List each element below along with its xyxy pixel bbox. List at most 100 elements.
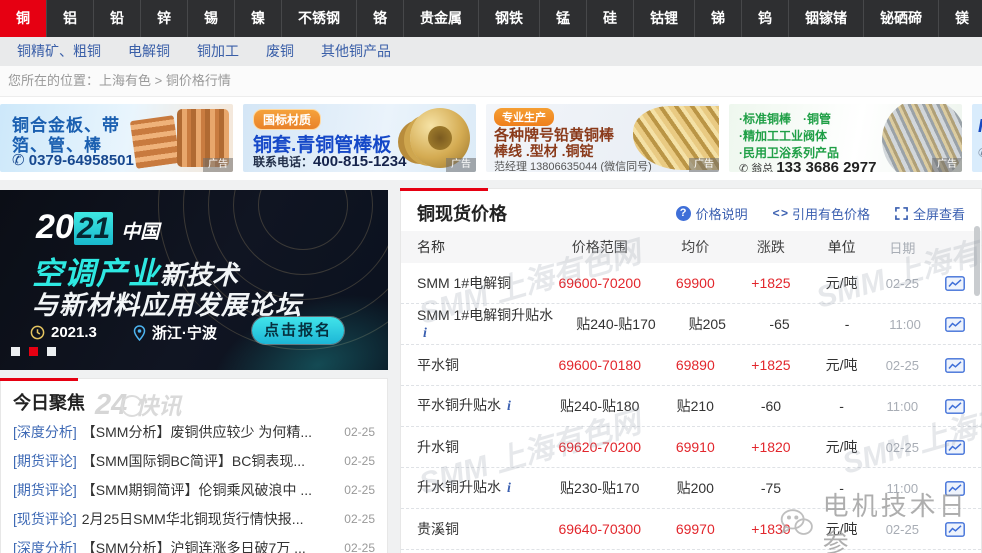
row-date: 02-25 [873,522,931,537]
news-item[interactable]: [现货评论] 2月25日SMM华北铜现货行情快报... 02-25 [1,504,387,533]
nav-tab-stainless[interactable]: 不锈钢 [281,0,356,37]
chart-icon[interactable] [945,522,965,537]
news-link[interactable]: 2月25日SMM华北铜现货行情快报... [82,509,337,529]
subnav-concentrate[interactable]: 铜精矿、粗铜 [17,37,101,66]
subnav-scrap[interactable]: 废铜 [266,37,294,66]
nav-tab-cobalt-lithium[interactable]: 钴锂 [633,0,694,37]
ad4-line1: ·标准铜棒 ·铜管 [739,110,831,127]
nav-tab-chromium[interactable]: 铬 [356,0,403,37]
nav-tab-copper[interactable]: 铜 [0,0,46,37]
chart-icon[interactable] [945,399,965,414]
carousel-dot-active[interactable] [29,347,38,356]
news-link[interactable]: 【SMM分析】沪铜连涨多日破7万 ... [82,538,337,553]
ad-banner-partial[interactable]: HA ✆ [972,104,982,172]
row-unit: - [810,398,874,414]
nav-tab-magnesium[interactable]: 镁 [938,0,982,37]
chart-icon[interactable] [945,317,965,332]
nav-tab-precious[interactable]: 贵金属 [403,0,478,37]
breadcrumb-home-link[interactable]: 上海有色 [99,73,151,88]
chart-icon[interactable] [945,358,965,373]
quote-embed-link[interactable]: < > 引用有色价格 [773,204,870,223]
section-accent-bar [400,188,488,191]
news-date: 02-25 [344,512,375,526]
news-item[interactable]: [深度分析] 【SMM分析】废铜供应较少 为何精... 02-25 [1,417,387,446]
nav-tab-antimony[interactable]: 锑 [694,0,741,37]
table-row: SMM 1#电解铜 69600-70200 69900 +1825 元/吨 02… [401,263,981,304]
info-icon[interactable]: i [423,325,427,342]
row-average: 69890 [658,357,732,373]
nav-tab-tin[interactable]: 锡 [187,0,234,37]
info-icon[interactable]: i [507,398,511,415]
chart-icon[interactable] [945,481,965,496]
col-average: 均价 [658,237,732,257]
event-carousel-banner[interactable]: 2021中国 空调产业新技术 与新材料应用发展论坛 2021.3 浙江·宁波 点… [0,190,388,370]
nav-tab-tungsten[interactable]: 钨 [741,0,788,37]
news-category[interactable]: [深度分析] [13,538,77,553]
nav-tab-aluminum[interactable]: 铝 [46,0,93,37]
carousel-dots [11,347,56,356]
nav-tab-manganese[interactable]: 锰 [539,0,586,37]
carousel-dot[interactable] [47,347,56,356]
row-change: +1820 [732,439,810,455]
ad4-phone: ✆ 翁总 133 3686 2977 [739,159,876,172]
ad1-copper-image [130,115,180,169]
breadcrumb: 您所在的位置：上海有色 > 铜价格行情 [0,66,982,97]
nav-tab-lead[interactable]: 铅 [93,0,140,37]
news-category[interactable]: [现货评论] [13,509,77,529]
ad-banner-standard-rod[interactable]: ·标准铜棒 ·铜管 ·精加工工业阀体 ·民用卫浴系列产品 ✆ 翁总 133 36… [729,104,962,172]
news-header: 今日聚焦 24快讯 [1,379,387,417]
nav-tab-bismuth[interactable]: 铋硒碲 [863,0,938,37]
scrollbar-thumb[interactable] [974,226,980,296]
news-item[interactable]: [期货评论] 【SMM期铜简评】伦铜乘风破浪中 ... 02-25 [1,475,387,504]
news-link[interactable]: 【SMM国际铜BC简评】BC铜表现... [82,451,337,471]
row-name: SMM 1#电解铜 [417,275,541,292]
nav-tab-indium[interactable]: 铟镓锗 [788,0,863,37]
info-icon[interactable]: i [507,480,511,497]
event-location: 浙江·宁波 [133,322,217,343]
subnav-processing[interactable]: 铜加工 [197,37,239,66]
news-category[interactable]: [期货评论] [13,480,77,500]
nav-tab-steel[interactable]: 钢铁 [478,0,539,37]
ad-banner-brass-rod[interactable]: 专业生产 各种牌号铅黄铜棒 棒线 .型材 .铜锭 范经理 13806635044… [486,104,719,172]
news-card: 今日聚焦 24快讯 [深度分析] 【SMM分析】废铜供应较少 为何精... 02… [0,378,388,553]
row-date: 11:00 [873,481,931,496]
news-date: 02-25 [344,483,375,497]
subnav-other[interactable]: 其他铜产品 [321,37,391,66]
location-pin-icon [133,325,146,341]
news-category[interactable]: [期货评论] [13,451,77,471]
col-change: 涨跌 [732,237,810,257]
nav-tab-silicon[interactable]: 硅 [586,0,633,37]
row-average: 贴210 [658,396,732,416]
subnav-cathode[interactable]: 电解铜 [128,37,170,66]
ad-strip-inner: 铜合金板、带 箔、管、棒 ✆ 0379-64958501 广告 国标材质 铜套.… [0,104,982,172]
spot-price-card: 铜现货价格 ? 价格说明 < > 引用有色价格 全屏查看 名称 价格范围 均价 [400,188,982,553]
row-name: 升水铜 [417,439,541,456]
news-category[interactable]: [深度分析] [13,422,77,442]
price-help-link[interactable]: ? 价格说明 [676,204,748,223]
event-signup-button[interactable]: 点击报名 [252,317,344,344]
chart-icon[interactable] [945,440,965,455]
nav-tab-nickel[interactable]: 镍 [234,0,281,37]
row-average: 69900 [658,275,732,291]
row-average: 贴200 [658,478,732,498]
row-date: 11:00 [878,317,933,332]
row-range: 贴240-贴180 [541,396,658,416]
row-name: 贵溪铜 [417,521,541,538]
news-date: 02-25 [344,454,375,468]
row-date: 02-25 [873,276,931,291]
news-link[interactable]: 【SMM分析】废铜供应较少 为何精... [82,422,337,442]
carousel-dot[interactable] [11,347,20,356]
news-item[interactable]: [期货评论] 【SMM国际铜BC简评】BC铜表现... 02-25 [1,446,387,475]
news-link[interactable]: 【SMM期铜简评】伦铜乘风破浪中 ... [82,480,337,500]
nav-tab-zinc[interactable]: 锌 [140,0,187,37]
fullscreen-link[interactable]: 全屏查看 [895,204,965,223]
row-unit: 元/吨 [810,355,874,375]
ad-banner-bronze-tube[interactable]: 国标材质 铜套.青铜管棒板 联系电话：400-815-1234 广告 [243,104,476,172]
event-year: 2021中国 [36,208,159,247]
chart-icon[interactable] [945,276,965,291]
ad-tag: 广告 [446,158,476,172]
row-change: +1825 [732,275,810,291]
news-item[interactable]: [深度分析] 【SMM分析】沪铜连涨多日破7万 ... 02-25 [1,533,387,553]
page: 铜 铝 铅 锌 锡 镍 不锈钢 铬 贵金属 钢铁 锰 硅 钴锂 锑 钨 铟镓锗 … [0,0,982,553]
ad-banner-copper-alloy[interactable]: 铜合金板、带 箔、管、棒 ✆ 0379-64958501 广告 [0,104,233,172]
